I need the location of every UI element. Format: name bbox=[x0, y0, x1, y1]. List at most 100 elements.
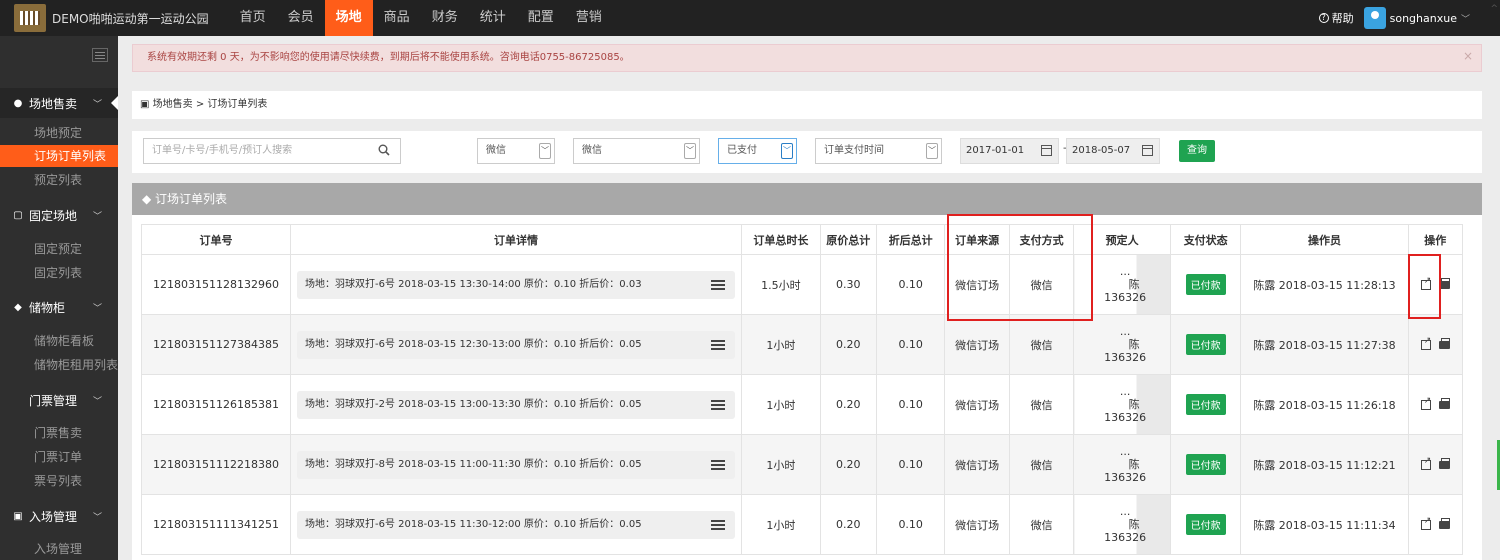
nav-goods[interactable]: 商品 bbox=[373, 0, 421, 36]
status-badge: 已付款 bbox=[1185, 454, 1226, 475]
nav-config[interactable]: 配置 bbox=[517, 0, 565, 36]
booker-phone: 136326 bbox=[1104, 531, 1147, 544]
sidebar-item-ticket-number[interactable]: 票号列表 bbox=[0, 470, 118, 492]
order-id: 121803151127384385 bbox=[141, 314, 291, 375]
sidebar-group-locker[interactable]: ◆ 储物柜 ﹀ bbox=[0, 292, 118, 322]
orig-total: 0.20 bbox=[819, 494, 877, 555]
external-link-icon[interactable] bbox=[1420, 516, 1431, 530]
external-link-icon[interactable] bbox=[1420, 396, 1431, 410]
end-date-input[interactable]: 2018-05-07 bbox=[1066, 138, 1160, 164]
pay-method-select[interactable]: 微信 ﹀ bbox=[573, 138, 700, 164]
table-row[interactable]: 121803151127384385 场地：羽球双打-6号 2018-03-15… bbox=[141, 314, 1464, 375]
chevron-down-icon: ﹀ bbox=[926, 143, 938, 159]
orig-total: 0.20 bbox=[819, 374, 877, 435]
booker-name: 陈 bbox=[1128, 518, 1140, 531]
print-icon[interactable] bbox=[1438, 397, 1450, 409]
col-header-orig-total: 原价总计 bbox=[819, 224, 877, 255]
panel-header: ◆ 订场订单列表 bbox=[132, 183, 1482, 215]
logo[interactable] bbox=[14, 4, 46, 32]
list-icon[interactable] bbox=[711, 279, 726, 290]
order-source: 微信订场 bbox=[944, 374, 1010, 435]
sidebar-item-locker-board[interactable]: 储物柜看板 bbox=[0, 330, 118, 352]
sidebar-group-fixed-venue[interactable]: ▢ 固定场地 ﹀ bbox=[0, 200, 118, 230]
end-date-value: 2018-05-07 bbox=[1072, 145, 1131, 156]
sidebar-item-fixed-list[interactable]: 固定列表 bbox=[0, 262, 118, 284]
col-header-detail: 订单详情 bbox=[289, 224, 743, 255]
list-icon[interactable] bbox=[711, 399, 726, 410]
external-link-icon[interactable] bbox=[1420, 456, 1431, 470]
nav-marketing[interactable]: 营销 bbox=[565, 0, 613, 36]
order-id: 121803151111341251 bbox=[141, 494, 291, 555]
calendar-icon[interactable] bbox=[1041, 145, 1052, 156]
detail-text: 场地：羽球双打-2号 2018-03-15 13:00-13:30 原价：0.1… bbox=[305, 398, 642, 410]
detail-text: 场地：羽球双打-8号 2018-03-15 11:00-11:30 原价：0.1… bbox=[305, 458, 642, 470]
menu-toggle-icon[interactable] bbox=[92, 48, 108, 62]
sidebar-item-order-list[interactable]: 订场订单列表 bbox=[0, 145, 118, 167]
help-link[interactable]: ? 帮助 bbox=[1318, 10, 1354, 26]
nav-member[interactable]: 会员 bbox=[277, 0, 325, 36]
sidebar-item-locker-rental[interactable]: 储物柜租用列表 bbox=[0, 354, 118, 376]
order-duration: 1小时 bbox=[741, 374, 821, 435]
card-icon: ▣ bbox=[13, 510, 23, 522]
sidebar-item-entry-manage[interactable]: 入场管理 bbox=[0, 538, 118, 560]
query-button[interactable]: 查询 bbox=[1179, 140, 1215, 162]
pay-status: 已付款 bbox=[1169, 374, 1242, 435]
pay-method-value: 微信 bbox=[582, 145, 602, 156]
sidebar-item-venue-booking[interactable]: 场地预定 bbox=[0, 122, 118, 144]
search-icon[interactable] bbox=[378, 144, 390, 156]
chevron-down-icon: ﹀ bbox=[539, 143, 551, 159]
avatar[interactable] bbox=[1363, 7, 1386, 29]
nav-stats[interactable]: 统计 bbox=[469, 0, 517, 36]
filter-bar: 订单号/卡号/手机号/预订人搜索 微信 ﹀ 微信 ﹀ 已支付 ﹀ 订单支付时间 … bbox=[132, 131, 1482, 173]
start-date-value: 2017-01-01 bbox=[966, 145, 1025, 156]
table-row[interactable]: 121803151112218380 场地：羽球双打-8号 2018-03-15… bbox=[141, 434, 1464, 495]
start-date-input[interactable]: 2017-01-01 bbox=[960, 138, 1059, 164]
list-icon[interactable] bbox=[711, 339, 726, 350]
sidebar-item-booking-list[interactable]: 预定列表 bbox=[0, 169, 118, 191]
calendar-icon[interactable] bbox=[1142, 145, 1153, 156]
tag-icon: ◆ bbox=[142, 192, 156, 206]
pay-status-select[interactable]: 已支付 ﹀ bbox=[718, 138, 797, 164]
sidebar-item-fixed-booking[interactable]: 固定预定 bbox=[0, 238, 118, 260]
search-input[interactable]: 订单号/卡号/手机号/预订人搜索 bbox=[143, 138, 401, 164]
chevron-down-icon[interactable]: ﹀ bbox=[1461, 12, 1470, 25]
table-row[interactable]: 121803151111341251 场地：羽球双打-6号 2018-03-15… bbox=[141, 494, 1464, 555]
external-link-icon[interactable] bbox=[1420, 336, 1431, 350]
nav-finance[interactable]: 财务 bbox=[421, 0, 469, 36]
print-icon[interactable] bbox=[1438, 337, 1450, 349]
sidebar-item-ticket-sale[interactable]: 门票售卖 bbox=[0, 422, 118, 444]
username[interactable]: songhanxue bbox=[1390, 12, 1457, 25]
table-row[interactable]: 121803151126185381 场地：羽球双打-2号 2018-03-15… bbox=[141, 374, 1464, 435]
list-icon[interactable] bbox=[711, 519, 726, 530]
order-source: 微信订场 bbox=[944, 314, 1010, 375]
booker: ... 陈 136326 bbox=[1073, 434, 1171, 495]
pay-method: 微信 bbox=[1008, 374, 1075, 435]
row-actions bbox=[1407, 314, 1464, 375]
order-source: 微信订场 bbox=[944, 494, 1010, 555]
breadcrumb-icon: ▣ bbox=[140, 99, 153, 110]
top-bar: DEMO啪啪运动第一运动公园 首页 会员 场地 商品 财务 统计 配置 营销 ?… bbox=[0, 0, 1500, 36]
list-icon[interactable] bbox=[711, 459, 726, 470]
print-icon[interactable] bbox=[1438, 517, 1450, 529]
scroll-up-icon[interactable]: ^ bbox=[1490, 4, 1498, 14]
source-select[interactable]: 微信 ﹀ bbox=[477, 138, 555, 164]
time-type-select[interactable]: 订单支付时间 ﹀ bbox=[815, 138, 942, 164]
chevron-down-icon: ﹀ bbox=[92, 303, 102, 314]
operator: 陈露 2018-03-15 11:12:21 bbox=[1240, 434, 1409, 495]
table-row[interactable]: 121803151128132960 场地：羽球双打-6号 2018-03-15… bbox=[141, 254, 1464, 315]
col-header-operator: 操作员 bbox=[1240, 224, 1409, 255]
booker-line: ... bbox=[1119, 505, 1131, 518]
sidebar-item-ticket-order[interactable]: 门票订单 bbox=[0, 446, 118, 468]
panel-body: 订单号 订单详情 订单总时长 原价总计 折后总计 订单来源 支付方式 预定人 支… bbox=[132, 215, 1482, 560]
orig-total: 0.30 bbox=[819, 254, 877, 315]
col-header-duration: 订单总时长 bbox=[741, 224, 821, 255]
close-icon[interactable]: × bbox=[1463, 43, 1473, 69]
sidebar-group-ticket[interactable]: 门票管理 ﹀ bbox=[0, 385, 118, 415]
nav-home[interactable]: 首页 bbox=[229, 0, 277, 36]
row-actions bbox=[1407, 434, 1464, 495]
sidebar-group-entry[interactable]: ▣ 入场管理 ﹀ bbox=[0, 501, 118, 531]
sidebar-group-venue-sales[interactable]: ● 场地售卖 ﹀ bbox=[0, 88, 118, 118]
pay-status: 已付款 bbox=[1169, 254, 1242, 315]
print-icon[interactable] bbox=[1438, 457, 1450, 469]
nav-venue[interactable]: 场地 bbox=[324, 0, 373, 36]
